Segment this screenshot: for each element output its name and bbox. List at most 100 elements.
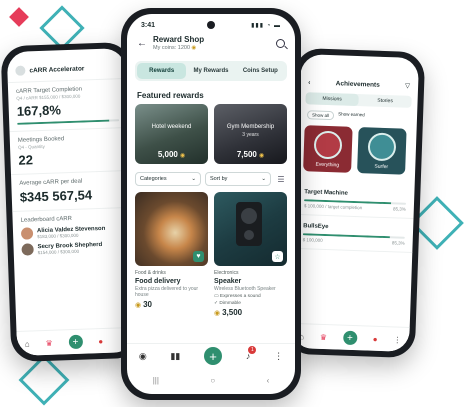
filter-show-all[interactable]: Show all (306, 110, 335, 121)
back-nav-icon[interactable]: ‹ (267, 376, 270, 385)
avatar (20, 227, 34, 240)
product-price: ◉ 3,500 (214, 308, 287, 317)
more-icon[interactable]: ⋮ (274, 351, 283, 362)
target-card[interactable]: cARR Target Completion Q4 / cARR $155,00… (7, 79, 128, 133)
app-header: ← Reward Shop My coins: 1200 ◉ (127, 31, 295, 55)
add-icon[interactable]: + (342, 330, 358, 346)
achievement-meta: $ 100,000 (302, 237, 323, 243)
pink-diamond-decoration (9, 7, 29, 27)
badges-row: Everything Surfer (297, 125, 417, 175)
tab-rewards[interactable]: Rewards (137, 63, 187, 79)
search-icon[interactable] (276, 38, 285, 48)
tab-my-rewards[interactable]: My Rewards (186, 63, 235, 79)
chart-icon[interactable]: ▮▮ (170, 351, 180, 362)
average-card[interactable]: Average cARR per deal $345 567,54 (11, 170, 131, 213)
badge-icon (313, 130, 343, 160)
product-price-value: 30 (143, 300, 153, 309)
bell-icon[interactable]: ● (373, 334, 378, 343)
product-description: Extra pizza delivered to your house (135, 286, 199, 298)
trophy-icon[interactable]: ♛ (320, 332, 327, 341)
average-value: $345 567,54 (19, 187, 93, 205)
favorite-icon[interactable]: ♥ (193, 251, 204, 262)
tab-coins-setup[interactable]: Coins Setup (236, 63, 285, 79)
badge-label: Surfer (374, 163, 389, 170)
status-time: 3:41 (141, 22, 156, 29)
feature-text: Dimmable (219, 301, 241, 306)
tabs: Rewards My Rewards Coins Setup (135, 61, 287, 81)
target-value: 167,8% (16, 102, 62, 119)
list-filter-icon[interactable]: ☰ (275, 175, 287, 184)
product-feature: ▭ Expresses a sound (214, 294, 261, 299)
featured-card-gym[interactable]: Gym Membership 3 years 7,500 ◉ (214, 104, 287, 164)
leaderboard-card[interactable]: Leaderboard cARR Alicia Valdez Stevenson… (12, 208, 132, 262)
featured-title: Featured rewards (137, 91, 204, 100)
left-phone-screen: cARR Accelerator cARR Target Completion … (6, 48, 136, 356)
back-icon[interactable]: ← (137, 38, 147, 49)
home-icon[interactable]: ◉ (139, 351, 147, 362)
bell-icon[interactable]: ● (98, 336, 103, 345)
product-card-food[interactable]: ♥ Food & drinks Food delivery Extra pizz… (135, 192, 208, 317)
product-feature: ✓ Dimmable (214, 301, 241, 306)
home-icon[interactable]: ⌂ (25, 339, 30, 348)
products-grid: ♥ Food & drinks Food delivery Extra pizz… (127, 192, 295, 317)
bell-icon[interactable]: ♪ 1 (246, 346, 257, 361)
center-phone-screen: 3:41 ▮▮▮ ◔ ▬ ← Reward Shop My coins: 120… (127, 14, 295, 394)
right-phone: ‹ Achievements ▽ Missions Stories Show a… (284, 47, 426, 359)
product-card-speaker[interactable]: ☆ Electronics Speaker Wireless Bluetooth… (214, 192, 287, 317)
badge-icon (367, 131, 397, 161)
add-button[interactable]: + (204, 347, 223, 365)
coin-icon: ◉ (258, 153, 265, 159)
achievement-name: BullsEye (303, 223, 329, 231)
right-phone-screen: ‹ Achievements ▽ Missions Stories Show a… (290, 54, 420, 352)
notification-badge: 1 (248, 346, 257, 354)
badge-label: Everything (315, 161, 340, 168)
leaderboard-row[interactable]: Alicia Valdez Stevenson $183,000 / $300,… (20, 224, 123, 240)
meetings-value: 22 (18, 152, 34, 168)
coin-icon: ◉ (179, 153, 186, 159)
chevron-down-icon: ⌄ (191, 176, 196, 182)
favorite-icon[interactable]: ☆ (272, 251, 283, 262)
product-category: Electronics (214, 270, 239, 276)
coins-value: 1200 (177, 45, 191, 51)
sort-select[interactable]: Sort by ⌄ (205, 172, 271, 186)
filter-icon[interactable]: ▽ (405, 82, 410, 90)
categories-label: Categories (140, 176, 167, 182)
coin-icon: ◉ (214, 310, 221, 317)
featured-sub: 3 years (242, 132, 259, 138)
avatar[interactable] (15, 65, 26, 76)
right-bottom-nav: ⌂ ♛ + ● ⋮ (290, 322, 410, 352)
status-icons: ▮▮▮ ◔ ▬ (251, 23, 281, 29)
achievement-percent: 85,3% (391, 240, 405, 246)
coin-icon: ◉ (135, 302, 142, 309)
featured-card-hotel[interactable]: Hotel weekend 5,000 ◉ (135, 104, 208, 164)
coins-label: My coins: (153, 45, 177, 51)
meetings-card[interactable]: Meetings Booked Q4 - Quantity 22 (9, 127, 129, 176)
add-icon[interactable]: + (68, 334, 83, 350)
badge-card[interactable]: Everything (303, 125, 353, 173)
product-name: Speaker (214, 278, 242, 285)
system-nav-bar: ||| ○ ‹ (127, 370, 295, 390)
target-progress-fill (17, 119, 110, 125)
featured-name: Gym Membership (226, 124, 275, 130)
more-icon[interactable]: ⋮ (393, 335, 401, 344)
home-button-icon[interactable]: ○ (210, 376, 215, 385)
left-app-title: cARR Accelerator (29, 64, 85, 74)
leaderboard-label: Leaderboard cARR (20, 215, 73, 224)
filters-row: Categories ⌄ Sort by ⌄ ☰ (127, 164, 295, 192)
back-icon[interactable]: ‹ (308, 79, 310, 86)
badge-card[interactable]: Surfer (357, 127, 407, 175)
product-name: Food delivery (135, 278, 181, 285)
featured-name: Hotel weekend (151, 124, 192, 130)
achievement-row[interactable]: BullsEye $ 100,000 85,3% (294, 214, 414, 254)
achievement-row[interactable]: Target Machine $ 100,000 / target comple… (295, 180, 415, 220)
recents-icon[interactable]: ||| (153, 376, 159, 385)
tab-missions[interactable]: Missions (305, 92, 359, 107)
camera-icon (207, 21, 215, 29)
right-header: ‹ Achievements ▽ (300, 54, 419, 96)
leaderboard-row[interactable]: Secry Brook Shepherd $154,000 / $300,000 (21, 240, 123, 256)
trophy-icon[interactable]: ♛ (45, 338, 52, 347)
tab-stories[interactable]: Stories (358, 94, 411, 108)
filter-show-earned[interactable]: Show earned (338, 111, 365, 121)
categories-select[interactable]: Categories ⌄ (135, 172, 201, 186)
product-image-speaker: ☆ (214, 192, 287, 266)
